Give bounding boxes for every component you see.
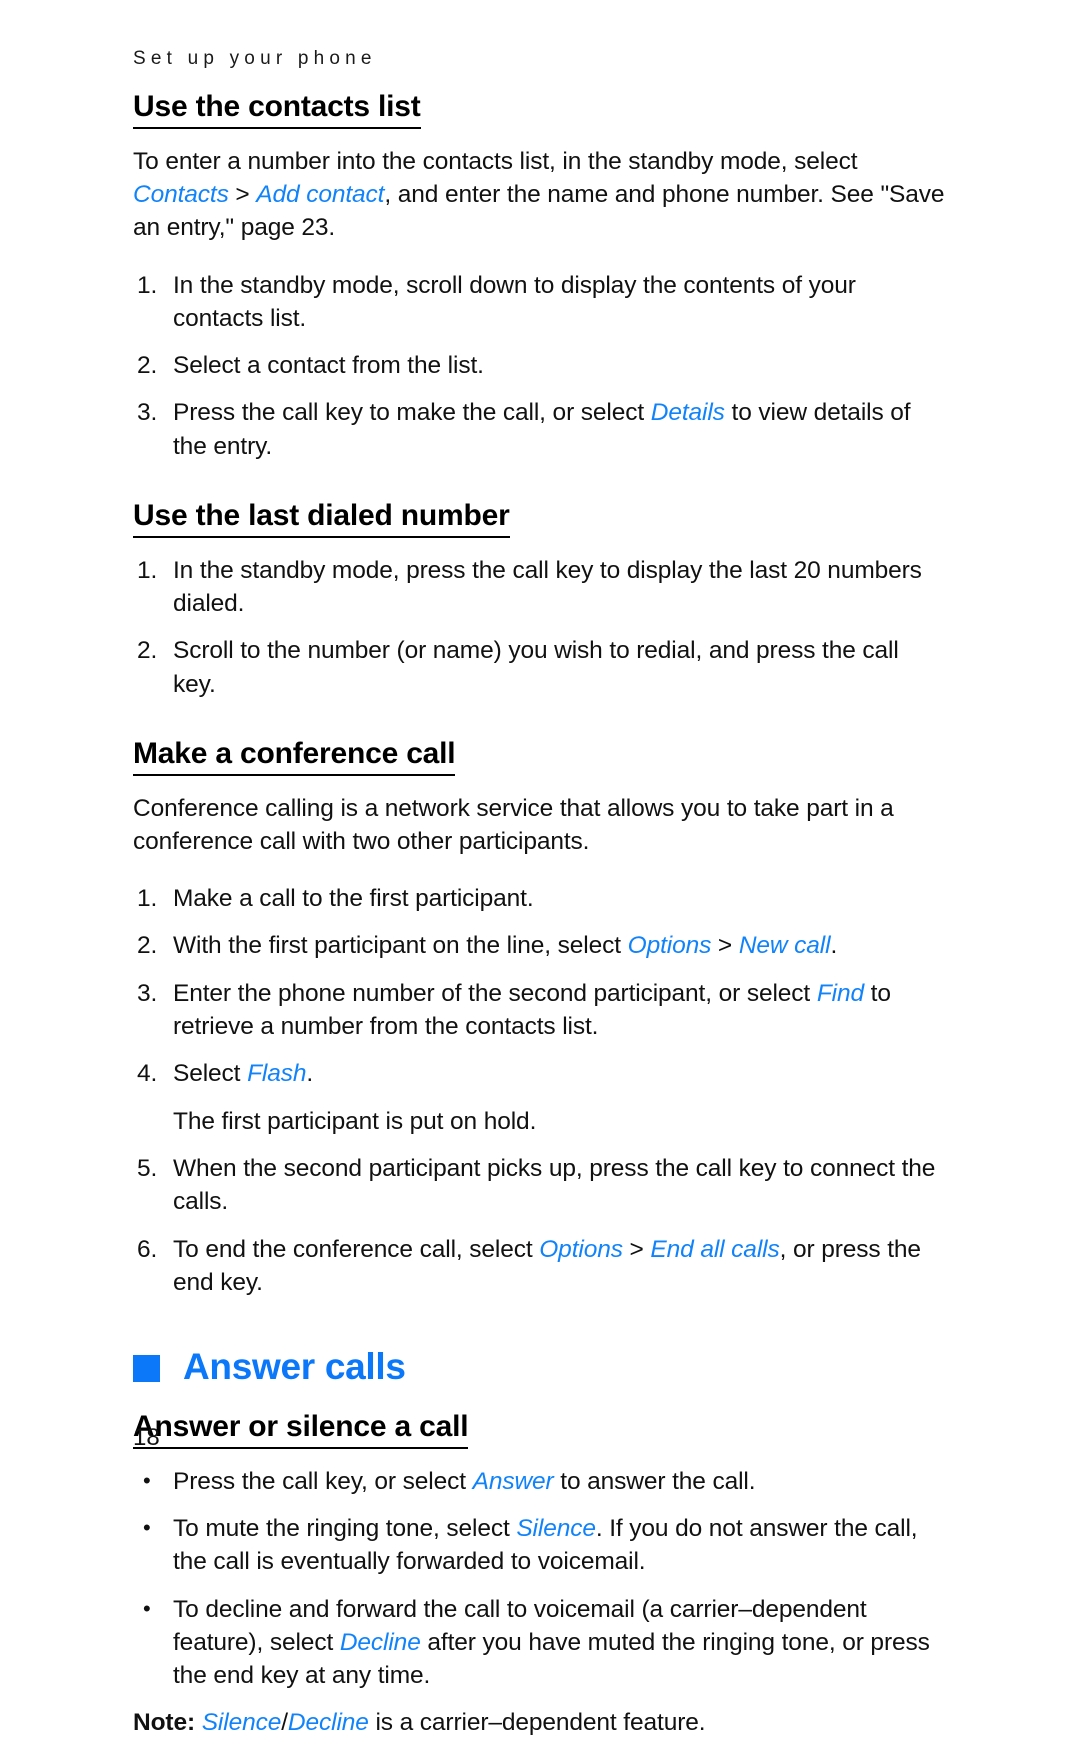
list-item: 4. Select Flash. [133, 1057, 948, 1090]
ui-label-decline: Decline [339, 1628, 421, 1656]
note-space [195, 1709, 202, 1736]
intro-text-1: To enter a number into the contacts list… [133, 147, 858, 175]
square-bullet-icon [133, 1355, 160, 1383]
ui-label-find: Find [816, 979, 864, 1007]
bullet-marker: • [143, 1595, 151, 1621]
list-item: • To mute the ringing tone, select Silenc… [133, 1512, 948, 1579]
ui-label-silence: Silence [516, 1514, 596, 1542]
list-item-text-1: Enter the phone number of the second par… [173, 979, 817, 1007]
list-item: 3. Press the call key to make the call, o… [133, 396, 948, 463]
list-item: 2. Select a contact from the list. [133, 349, 948, 382]
list-item: 1. In the standby mode, press the call ke… [133, 554, 948, 621]
list-item-text-1: Press the call key, or select [173, 1467, 473, 1495]
list-use-contacts-steps: 1. In the standby mode, scroll down to di… [133, 269, 948, 464]
page-content: Use the contacts list To enter a number … [133, 90, 948, 1754]
list-item: 1. Make a call to the first participant. [133, 882, 948, 915]
ui-label-flash: Flash [247, 1060, 307, 1088]
bullet-marker: • [143, 1467, 151, 1493]
ui-label-answer: Answer [472, 1467, 554, 1495]
document-page: Set up your phone Use the contacts list … [0, 0, 1080, 1736]
ui-label-add-contact: Add contact [256, 180, 385, 208]
list-item: • To decline and forward the call to voic… [133, 1593, 948, 1693]
ui-separator: > [711, 932, 739, 960]
ui-label-contacts: Contacts [133, 180, 229, 208]
section-heading-wrap-conference: Make a conference call [133, 737, 948, 776]
section-heading-answer-or-silence-a-call: Answer or silence a call [133, 1410, 469, 1449]
chapter-title-text: Answer calls [183, 1346, 406, 1388]
list-marker: 4. [137, 1060, 158, 1088]
ui-label-end-all-calls: End all calls [650, 1235, 780, 1263]
list-item-text-1: To end the conference call, select [173, 1235, 540, 1263]
section-heading-use-last-dialed-number: Use the last dialed number [133, 499, 510, 538]
list-marker: 1. [137, 556, 158, 584]
paragraph-contacts-intro: To enter a number into the contacts list… [133, 145, 948, 245]
ui-separator-1: > [228, 180, 257, 208]
section-heading-use-contacts-list: Use the contacts list [133, 90, 421, 129]
list-marker: 3. [137, 399, 158, 427]
list-item: 2. With the first participant on the line… [133, 929, 948, 962]
list-item-text-1: In the standby mode, scroll down to disp… [173, 271, 856, 332]
ui-label-silence: Silence [201, 1709, 282, 1737]
section-heading-wrap-answer-silence: Answer or silence a call [133, 1410, 948, 1449]
section-heading-wrap-contacts: Use the contacts list [133, 90, 948, 129]
list-item-text-1: To mute the ringing tone, select [173, 1514, 517, 1542]
list-item: 2. Scroll to the number (or name) you wis… [133, 634, 948, 701]
continuation-text: The first participant is put on hold. [173, 1107, 537, 1135]
note-slash: / [281, 1709, 288, 1737]
ui-label-decline: Decline [287, 1709, 369, 1737]
note-label: Note: [133, 1709, 196, 1737]
list-item-text-1: Select a contact from the list. [173, 352, 484, 380]
section-heading-make-conference-call: Make a conference call [133, 737, 456, 776]
list-last-dialed-steps: 1. In the standby mode, press the call ke… [133, 554, 948, 701]
chapter-heading-answer-calls: Answer calls [133, 1347, 948, 1388]
list-item-text-2: . [830, 932, 838, 960]
ui-label-details: Details [650, 399, 725, 427]
list-item-continuation: The first participant is put on hold. [133, 1105, 948, 1138]
list-marker: 3. [137, 979, 158, 1007]
list-item-text-1: Scroll to the number (or name) you wish … [173, 637, 899, 698]
list-item-text-1: Make a call to the first participant. [173, 885, 534, 913]
ui-label-options: Options [627, 932, 712, 960]
list-marker: 1. [137, 271, 158, 299]
list-answer-silence-bullets: • Press the call key, or select Answer to… [133, 1465, 948, 1693]
list-marker: 1. [137, 885, 158, 913]
paragraph-conference-intro: Conference calling is a network service … [133, 794, 894, 855]
list-item: 5. When the second participant picks up, … [133, 1152, 948, 1219]
section-heading-wrap-last-dialed: Use the last dialed number [133, 499, 948, 538]
ui-label-new-call: New call [738, 932, 831, 960]
list-marker: 2. [137, 932, 158, 960]
list-item: • Press the call key, or select Answer to… [133, 1465, 948, 1498]
list-marker: 6. [137, 1235, 158, 1263]
list-item-text-2: to answer the call. [553, 1467, 756, 1495]
paragraph-note: Note: Silence/Decline is a carrier–depen… [133, 1706, 948, 1739]
running-header: Set up your phone [133, 48, 377, 69]
list-marker: 2. [137, 637, 158, 665]
list-item-text-1: In the standby mode, press the call key … [173, 556, 922, 617]
note-text: is a carrier–dependent feature. [368, 1709, 706, 1737]
list-item-text-1: With the first participant on the line, … [173, 932, 628, 960]
page-number: 18 [133, 1424, 160, 1451]
list-item-text-1: When the second participant picks up, pr… [173, 1155, 936, 1216]
list-marker: 5. [137, 1155, 158, 1183]
bullet-marker: • [143, 1514, 151, 1540]
list-item-text-1: Select [173, 1060, 248, 1088]
list-marker: 2. [137, 352, 158, 380]
list-item-text-1: Press the call key to make the call, or … [173, 399, 651, 427]
list-item-text-2: . [306, 1060, 314, 1088]
list-item: 3. Enter the phone number of the second p… [133, 977, 948, 1044]
ui-separator: > [622, 1235, 651, 1263]
list-conference-steps: 1. Make a call to the first participant. … [133, 882, 948, 1299]
list-item: 6. To end the conference call, select Opt… [133, 1233, 948, 1300]
list-item: 1. In the standby mode, scroll down to di… [133, 269, 948, 336]
ui-label-options: Options [539, 1235, 623, 1263]
